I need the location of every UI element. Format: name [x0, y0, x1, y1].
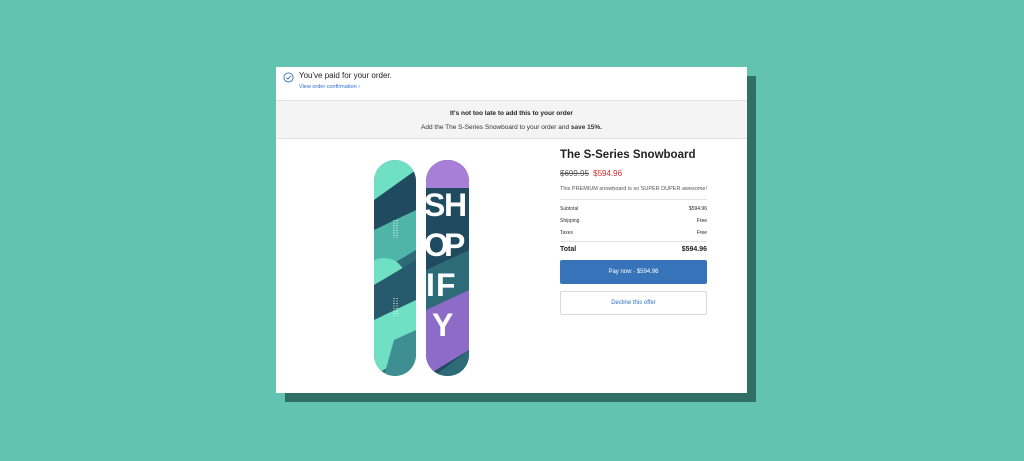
shipping-value: Free [696, 218, 707, 224]
original-price: $699.95 [560, 169, 589, 178]
upsell-subtext: Add the The S-Series Snowboard to your o… [276, 124, 747, 131]
subtotal-label: Subtotal [560, 206, 579, 212]
snowboard-image: S H O P I F Y [374, 160, 469, 376]
svg-text:P: P [444, 227, 465, 263]
subtotal-row: Subtotal $594.96 [560, 203, 707, 215]
taxes-row: Taxes Free [560, 227, 707, 239]
shipping-row: Shipping Free [560, 215, 707, 227]
total-label: Total [560, 246, 577, 253]
upsell-banner: It's not too late to add this to your or… [276, 101, 747, 139]
product-description: This PREMIUM snowboard is so SUPER DUPER… [560, 186, 708, 192]
decline-offer-button[interactable]: Decline this offer [560, 291, 707, 315]
subtotal-value: $594.96 [688, 206, 707, 212]
product-details: The S-Series Snowboard $699.95 $594.96 T… [560, 149, 707, 315]
svg-text:F: F [436, 267, 456, 303]
upsell-subtext-prefix: Add the The S-Series Snowboard to your o… [421, 124, 571, 131]
check-circle-icon [283, 72, 294, 83]
taxes-label: Taxes [560, 230, 574, 236]
view-order-confirmation-link[interactable]: View order confirmation › [299, 84, 360, 90]
upsell-discount: save 15%. [570, 124, 602, 131]
svg-text:Y: Y [432, 307, 453, 343]
svg-text:S: S [424, 187, 445, 223]
total-value: $594.96 [681, 246, 707, 253]
cost-summary: Subtotal $594.96 Shipping Free Taxes Fre… [560, 199, 707, 239]
post-purchase-card: You've paid for your order. View order c… [276, 67, 747, 393]
shipping-label: Shipping [560, 218, 580, 224]
svg-text:H: H [444, 187, 467, 223]
upsell-headline: It's not too late to add this to your or… [450, 110, 573, 117]
product-prices: $699.95 $594.96 [560, 169, 707, 178]
pay-now-button[interactable]: Pay now · $594.96 [560, 260, 707, 284]
order-paid-banner: You've paid for your order. View order c… [276, 67, 747, 101]
product-title: The S-Series Snowboard [560, 149, 696, 161]
total-row: Total $594.96 [560, 241, 707, 253]
svg-text:I: I [426, 267, 435, 303]
sale-price: $594.96 [593, 169, 623, 178]
order-paid-title: You've paid for your order. [299, 71, 392, 80]
taxes-value: Free [696, 230, 707, 236]
